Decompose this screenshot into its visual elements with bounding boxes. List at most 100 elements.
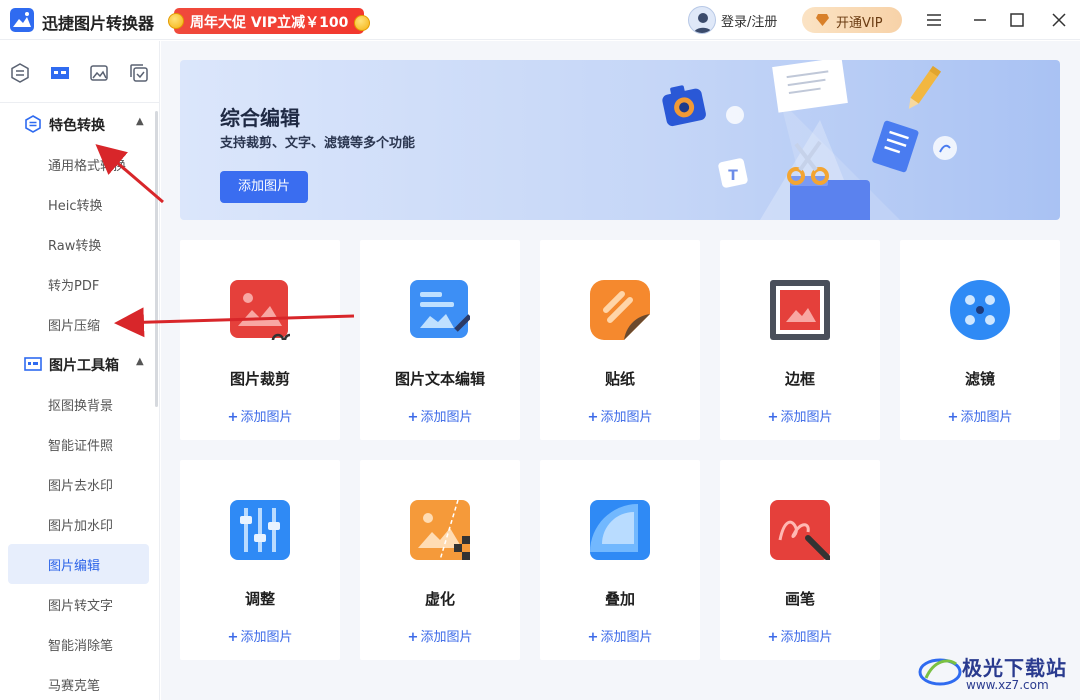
diamond-icon xyxy=(816,14,829,26)
card-add-label: 添加图片 xyxy=(600,410,653,425)
aurora-logo-icon xyxy=(918,658,962,686)
card-add-image-link[interactable]: + 添加图片 xyxy=(360,626,520,645)
login-link[interactable]: 登录/注册 xyxy=(721,11,777,30)
tool-card-filter[interactable]: 滤镜 + 添加图片 xyxy=(900,240,1060,440)
card-add-image-link[interactable]: + 添加图片 xyxy=(720,406,880,425)
group-special-convert[interactable]: 特色转换 ▲ xyxy=(0,104,155,144)
card-title: 图片裁剪 xyxy=(229,370,290,388)
user-avatar-icon[interactable] xyxy=(688,6,716,34)
group-image-toolbox[interactable]: 图片工具箱 ▲ xyxy=(0,344,155,384)
card-title: 虚化 xyxy=(424,590,455,608)
card-add-image-link[interactable]: + 添加图片 xyxy=(540,626,700,645)
card-add-image-link[interactable]: + 添加图片 xyxy=(360,406,520,425)
sidebar-item-to-pdf[interactable]: 转为PDF xyxy=(8,264,149,304)
batch-tab-icon[interactable] xyxy=(129,63,149,83)
tool-card-brush[interactable]: 画笔 + 添加图片 xyxy=(720,460,880,660)
convert-icon xyxy=(25,115,41,133)
menu-icon[interactable] xyxy=(924,10,944,30)
sidebar-item-cutout[interactable]: 抠图换背景 xyxy=(8,384,149,424)
card-add-label: 添加图片 xyxy=(600,630,653,645)
sidebar-item-image-edit[interactable]: 图片编辑 xyxy=(8,544,149,584)
sidebar-scrollbar[interactable] xyxy=(155,111,158,407)
promo-text: 周年大促 VIP立减￥100 xyxy=(190,15,349,31)
sidebar-item-mosaic[interactable]: 马赛克笔 xyxy=(8,664,149,700)
convert-tab-icon[interactable] xyxy=(10,63,30,83)
tool-card-blur[interactable]: 虚化 + 添加图片 xyxy=(360,460,520,660)
app-logo-icon xyxy=(10,8,34,32)
banner-add-image-button[interactable]: 添加图片 xyxy=(220,171,308,203)
tool-card-frame[interactable]: 边框 + 添加图片 xyxy=(720,240,880,440)
sidebar-item-label: 图片压缩 xyxy=(48,319,101,334)
sidebar-item-image-to-text[interactable]: 图片转文字 xyxy=(8,584,149,624)
edit-banner: 综合编辑 支持裁剪、文字、滤镜等多个功能 添加图片 T xyxy=(180,60,1060,220)
toolbox-tab-icon[interactable] xyxy=(50,63,70,83)
card-add-label: 添加图片 xyxy=(420,630,473,645)
card-add-image-link[interactable]: + 添加图片 xyxy=(180,406,340,425)
close-icon[interactable] xyxy=(1049,10,1069,30)
watermark-url: www.xz7.com xyxy=(966,678,1049,692)
sidebar-item-raw[interactable]: Raw转换 xyxy=(8,224,149,264)
sidebar-item-label: 通用格式转换 xyxy=(48,159,127,174)
coin-icon xyxy=(354,15,370,31)
maximize-icon[interactable] xyxy=(1007,10,1027,30)
vip-button[interactable]: 开通VIP xyxy=(802,7,902,33)
sticker-icon xyxy=(590,280,650,340)
sidebar-item-label: 图片转文字 xyxy=(48,599,114,614)
brush-icon xyxy=(770,500,830,560)
chevron-up-icon: ▲ xyxy=(136,116,144,127)
filter-icon xyxy=(950,280,1010,340)
app-title: 迅捷图片转换器 xyxy=(42,14,155,33)
minimize-icon[interactable] xyxy=(970,10,990,30)
sidebar-item-label: 抠图换背景 xyxy=(48,399,114,414)
card-title: 画笔 xyxy=(784,590,815,608)
sidebar-item-compress[interactable]: 图片压缩 xyxy=(8,304,149,344)
card-title: 调整 xyxy=(244,590,275,608)
card-add-image-link[interactable]: + 添加图片 xyxy=(900,406,1060,425)
group-label: 图片工具箱 xyxy=(49,358,119,374)
card-title: 贴纸 xyxy=(604,370,635,388)
tool-card-overlay[interactable]: 叠加 + 添加图片 xyxy=(540,460,700,660)
overlay-icon xyxy=(590,500,650,560)
promo-banner[interactable]: 周年大促 VIP立减￥100 xyxy=(166,8,372,34)
card-add-image-link[interactable]: + 添加图片 xyxy=(720,626,880,645)
card-add-label: 添加图片 xyxy=(240,630,293,645)
sidebar-item-add-watermark[interactable]: 图片加水印 xyxy=(8,504,149,544)
sidebar-item-label: 马赛克笔 xyxy=(48,679,101,694)
frame-icon xyxy=(770,280,830,340)
sidebar-item-heic[interactable]: Heic转换 xyxy=(8,184,149,224)
group-label: 特色转换 xyxy=(49,118,105,134)
toolbox-icon xyxy=(24,357,42,371)
tool-card-crop[interactable]: 图片裁剪 + 添加图片 xyxy=(180,240,340,440)
card-title: 滤镜 xyxy=(964,370,995,388)
sidebar: 特色转换 ▲ 通用格式转换 Heic转换 Raw转换 转为PDF 图片压缩 图片… xyxy=(0,41,160,700)
card-add-label: 添加图片 xyxy=(780,410,833,425)
tool-card-text-edit[interactable]: 图片文本编辑 + 添加图片 xyxy=(360,240,520,440)
card-add-label: 添加图片 xyxy=(240,410,293,425)
sidebar-item-label: 智能消除笔 xyxy=(48,639,114,654)
chevron-up-icon: ▲ xyxy=(136,356,144,367)
sidebar-item-eraser[interactable]: 智能消除笔 xyxy=(8,624,149,664)
adjust-icon xyxy=(230,500,290,560)
tool-card-adjust[interactable]: 调整 + 添加图片 xyxy=(180,460,340,660)
image-tab-icon[interactable] xyxy=(89,63,109,83)
card-title: 图片文本编辑 xyxy=(394,370,485,388)
sidebar-item-general-format[interactable]: 通用格式转换 xyxy=(8,144,149,184)
blur-icon xyxy=(410,500,470,560)
sidebar-item-label: 图片去水印 xyxy=(48,479,114,494)
text-edit-icon xyxy=(410,280,470,338)
sidebar-item-label: 图片加水印 xyxy=(48,519,114,534)
banner-title: 综合编辑 xyxy=(220,106,300,130)
sidebar-item-label: Heic转换 xyxy=(48,199,103,214)
banner-subtitle: 支持裁剪、文字、滤镜等多个功能 xyxy=(220,136,416,151)
sidebar-item-label: Raw转换 xyxy=(48,239,102,254)
card-add-image-link[interactable]: + 添加图片 xyxy=(540,406,700,425)
watermark-name: 极光下载站 xyxy=(962,656,1067,680)
coin-icon xyxy=(168,13,184,29)
tool-card-sticker[interactable]: 贴纸 + 添加图片 xyxy=(540,240,700,440)
sidebar-item-remove-watermark[interactable]: 图片去水印 xyxy=(8,464,149,504)
card-add-label: 添加图片 xyxy=(960,410,1013,425)
sidebar-item-label: 转为PDF xyxy=(48,279,100,294)
card-add-image-link[interactable]: + 添加图片 xyxy=(180,626,340,645)
sidebar-item-id-photo[interactable]: 智能证件照 xyxy=(8,424,149,464)
card-title: 边框 xyxy=(784,370,815,388)
